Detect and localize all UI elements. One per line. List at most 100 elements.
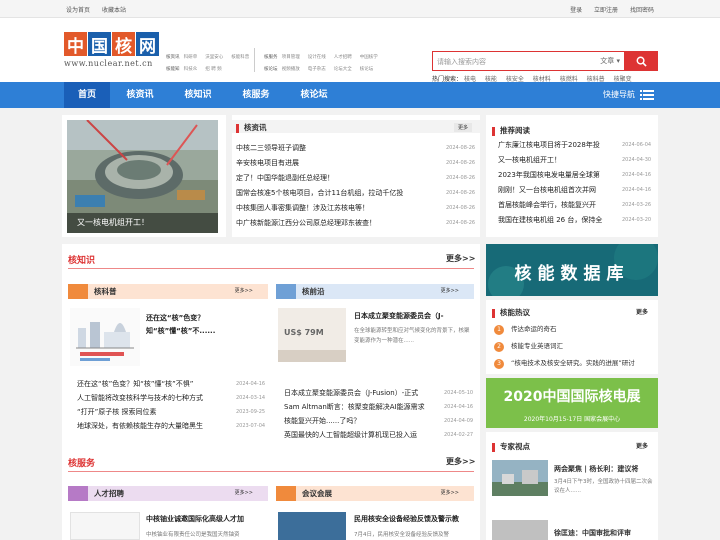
rencai-image[interactable] (70, 512, 140, 540)
rank-badge: 2 (494, 342, 504, 352)
register-link[interactable]: 立即注册 (594, 7, 618, 14)
rank-badge: 1 (494, 325, 504, 335)
recommend-date: 2024-03-20 (622, 217, 652, 223)
knowledge-more-button[interactable]: 更多>> (446, 253, 475, 264)
recommend-date: 2024-04-16 (622, 187, 652, 193)
expert-item-title[interactable]: 徐匡迪：中国审批和评审 (554, 528, 631, 538)
hnav-link[interactable]: 人才招聘 (334, 52, 352, 64)
hnav-link[interactable]: 设计在线 (308, 52, 326, 64)
login-link[interactable]: 登录 (570, 7, 582, 14)
search-type-select[interactable]: 文章 ▾ (600, 56, 620, 66)
forgot-password-link[interactable]: 找回密码 (630, 7, 654, 14)
news-date: 2024-08-26 (446, 160, 476, 166)
rencai-feature-desc: 中核铀业有限责任公司是我国天然铀资 (146, 532, 240, 538)
hnav-link[interactable]: 沃里安心 (205, 52, 223, 64)
site-logo[interactable]: 中 国 核 网 www.nuclear.net.cn (64, 32, 164, 74)
search-button[interactable] (625, 51, 658, 71)
kepu-feature-title[interactable]: 还在这“核”色变？知“核”懂“核”不...... (146, 312, 266, 338)
recommend-item[interactable]: 首届核能峰会举行，核能复兴开 (498, 200, 620, 210)
qianyan-item[interactable]: Sam Altman断言：核聚变能解决AI能源需求 (284, 402, 438, 412)
hnav-link[interactable]: 科研单 (184, 52, 198, 64)
quick-nav[interactable]: 快捷导航 (603, 82, 654, 108)
hot-topic-item[interactable]: 2 核能专业英语词汇 (494, 340, 563, 352)
hero-image[interactable]: 又一核电机组开工！ (67, 120, 218, 233)
hnav-link[interactable]: 中国核学 (360, 52, 378, 64)
hnav-link[interactable]: 核论坛 (264, 67, 278, 72)
rank-badge: 3 (494, 359, 504, 369)
recommend-item[interactable]: 我国在建核电机组 26 台，保持全 (498, 215, 620, 225)
news-header (232, 120, 480, 133)
hero-caption[interactable]: 又一核电机组开工！ (77, 217, 149, 228)
qianyan-feature-title[interactable]: 日本成立聚变能源委员会（J- (354, 311, 444, 321)
hnav-link[interactable]: 科技众 (184, 64, 198, 76)
hnav-link[interactable]: 核能科普 (231, 52, 249, 64)
qianyan-item[interactable]: 核能复兴开始......了吗？ (284, 416, 438, 426)
kepu-item[interactable]: 还在这“核”色变？知“核”懂“核”不惧” (77, 379, 237, 389)
hnav-link[interactable]: 核能知 (166, 67, 180, 72)
news-more-button[interactable]: 更多 (454, 123, 473, 132)
service-more-button[interactable]: 更多>> (446, 456, 475, 467)
huiyi-more-button[interactable]: 更多>> (441, 486, 459, 501)
logo-char: 中 (64, 32, 87, 57)
nav-news[interactable]: 核资讯 (114, 82, 166, 108)
bookmark-link[interactable]: 收藏本站 (102, 7, 126, 14)
kepu-more-button[interactable]: 更多>> (235, 284, 253, 299)
news-item[interactable]: 中核集团人事密集调整！涉及江苏核电等！ (236, 203, 436, 213)
recommend-title: 推荐阅读 (492, 125, 530, 136)
expert-more-button[interactable]: 更多 (636, 441, 648, 450)
set-homepage-link[interactable]: 设为首页 (66, 7, 90, 14)
news-item[interactable]: 中核二三领导班子调整 (236, 143, 436, 153)
search-input[interactable]: 请输入搜索内容 (432, 51, 625, 71)
huiyi-feature-title[interactable]: 民用核安全设备经验反馈及警示教 (354, 514, 459, 524)
nav-service[interactable]: 核服务 (230, 82, 282, 108)
news-item[interactable]: 辛安核电项目有进展 (236, 158, 436, 168)
rencai-more-button[interactable]: 更多>> (235, 486, 253, 501)
expert-image[interactable] (492, 520, 548, 540)
kepu-item[interactable]: “打开”原子核 探索同位素 (77, 407, 237, 417)
recommend-item[interactable]: 2023年我国核电发电量居全球第 (498, 170, 620, 180)
recommend-item[interactable]: 广东廉江核电项目将于2028年投 (498, 140, 620, 150)
nav-home[interactable]: 首页 (64, 82, 110, 108)
hnav-link[interactable]: 核资讯 (166, 55, 180, 60)
hnav-link[interactable]: 核服务 (264, 55, 278, 60)
kepu-date: 2023-09-25 (236, 409, 266, 415)
news-date: 2024-08-26 (446, 145, 476, 151)
main-nav: 首页 核资讯 核知识 核服务 核论坛 快捷导航 (0, 82, 720, 108)
section-divider (68, 471, 474, 472)
expert-image[interactable] (492, 460, 548, 496)
kepu-item[interactable]: 人工智能将改变核科学与技术的七种方式 (77, 393, 237, 403)
hnav-link[interactable]: 论坛大全 (334, 64, 352, 76)
huiyi-image[interactable] (278, 512, 346, 540)
nav-knowledge[interactable]: 核知识 (172, 82, 224, 108)
hot-topic-item[interactable]: 1 传达命运的奇石 (494, 323, 557, 335)
news-date: 2024-08-26 (446, 220, 476, 226)
news-item[interactable]: 国常会核准5个核电项目，合计11台机组，拉动千亿投 (236, 188, 440, 198)
qianyan-image[interactable]: US$ 79M (278, 308, 346, 362)
qianyan-date: 2024-04-16 (444, 404, 474, 410)
qianyan-date: 2024-05-10 (444, 390, 474, 396)
news-item[interactable]: 定了！中国华能退副任总经理！ (236, 173, 436, 183)
hnav-link[interactable]: 核论坛 (360, 64, 374, 76)
hnav-link[interactable]: 招 聘 频 (205, 64, 221, 76)
news-item[interactable]: 中广核新能源江西分公司原总经理邓东被查！ (236, 218, 436, 228)
kepu-image[interactable] (70, 308, 140, 366)
qianyan-item[interactable]: 日本成立聚变能源委员会（J-Fusion）-正式 (284, 388, 438, 398)
qianyan-more-button[interactable]: 更多>> (441, 284, 459, 299)
expo-banner[interactable]: 2020中国国际核电展 2020年10月15-17日 国家会展中心 (486, 378, 658, 428)
kepu-item[interactable]: 地球深处，有依赖核能生存的大量暗黑生 (77, 421, 237, 431)
databank-banner[interactable]: 核能数据库 (486, 244, 658, 296)
hnav-link[interactable]: 视频播放 (282, 64, 300, 76)
rencai-feature-title[interactable]: 中核铀业诚邀国际化高级人才加 (146, 514, 244, 524)
expert-item-title[interactable]: 两会聚焦 | 杨长利：建议将 (554, 464, 638, 474)
hnav-link[interactable]: 电子杂志 (308, 64, 326, 76)
recommend-item[interactable]: 又一核电机组开工！ (498, 155, 620, 165)
nav-forum[interactable]: 核论坛 (288, 82, 340, 108)
hot-topics-more-button[interactable]: 更多 (636, 307, 648, 316)
kepu-header: 核科普 更多>> (68, 284, 268, 299)
recommend-item[interactable]: 刚刚！又一台核电机组首次并网 (498, 185, 620, 195)
qianyan-item[interactable]: 英国最快的人工智能超级计算机现已投入运 (284, 430, 438, 440)
recommend-date: 2024-04-16 (622, 172, 652, 178)
hnav-link[interactable]: 项目管理 (282, 52, 300, 64)
hot-topic-text: “核电技术及核安全研究。实践的进展”研讨 (511, 359, 635, 367)
hot-topic-item[interactable]: 3 “核电技术及核安全研究。实践的进展”研讨 (494, 357, 656, 369)
